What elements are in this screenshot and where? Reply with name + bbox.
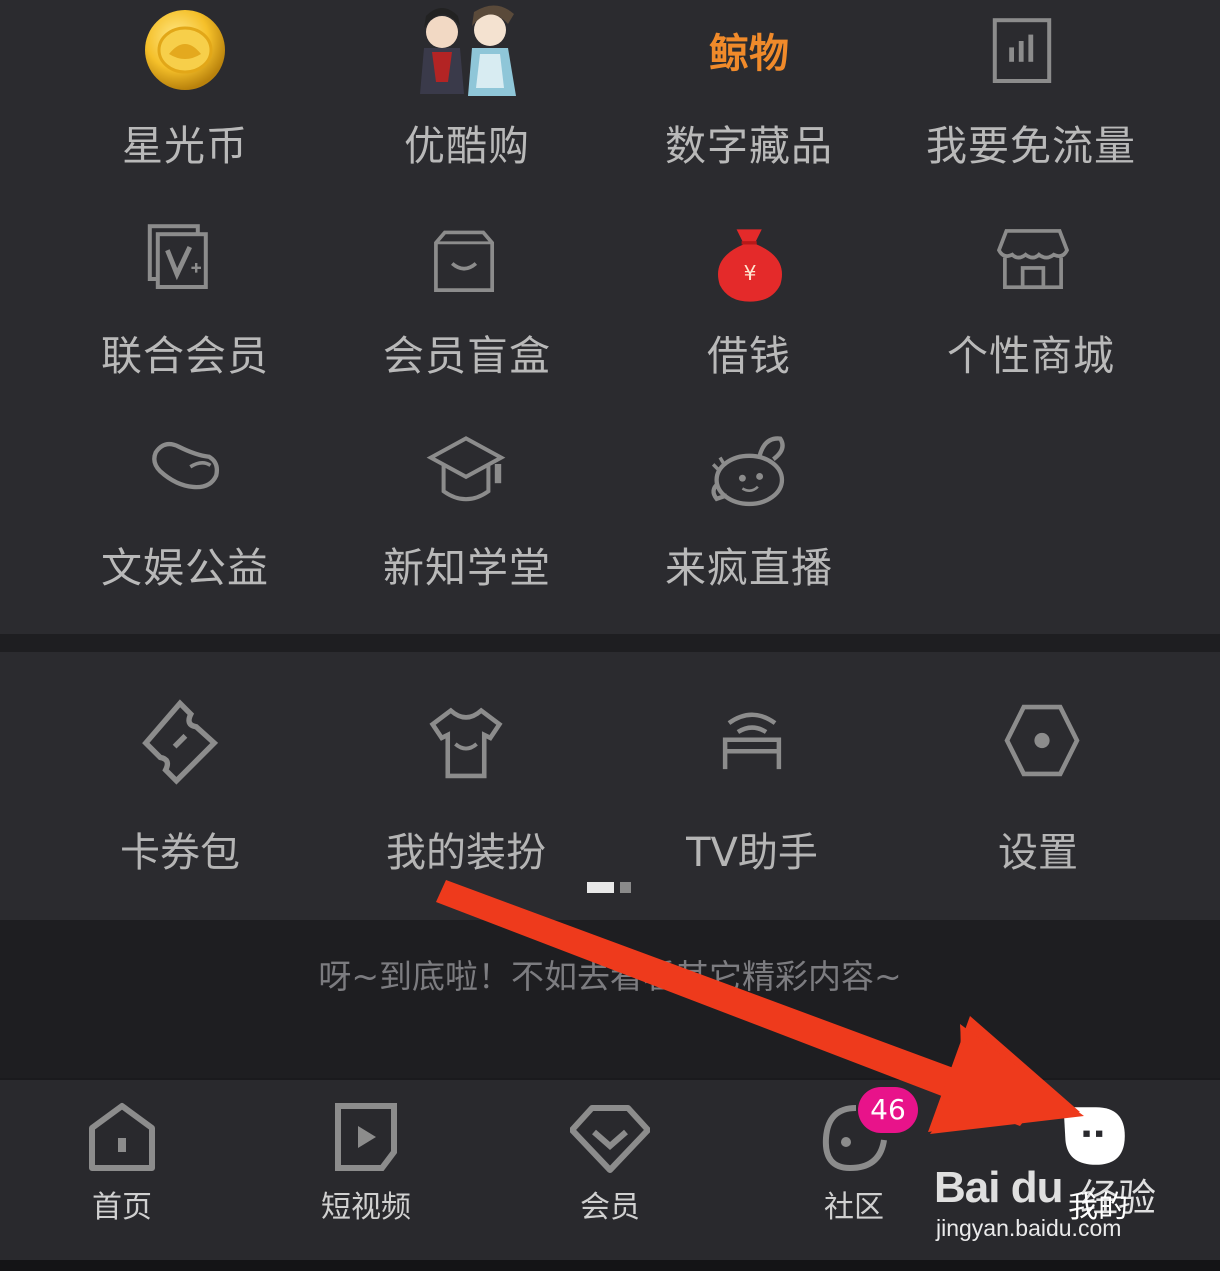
red-annotation-arrow-icon [436, 880, 1084, 1134]
baidu-jingyan-watermark: Bai du 经验 jingyan.baidu.com [934, 1163, 1174, 1253]
watermark-url: jingyan.baidu.com [936, 1215, 1122, 1241]
baidu-logo: Bai du [934, 1163, 1063, 1212]
watermark-cn-text: 经验 [1080, 1176, 1157, 1220]
